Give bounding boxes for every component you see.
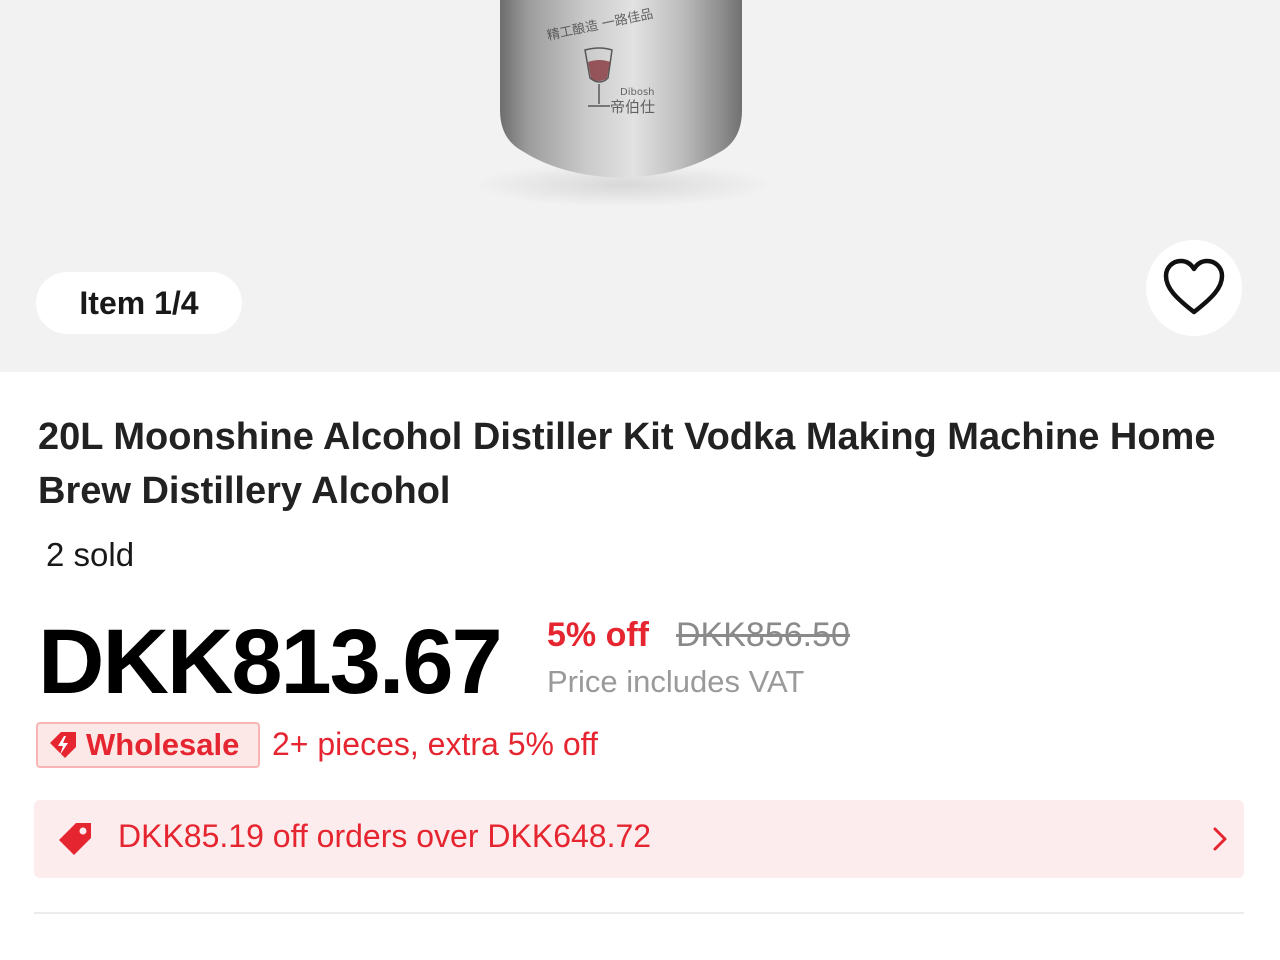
wholesale-badge-label: Wholesale xyxy=(86,727,240,762)
vat-note: Price includes VAT xyxy=(547,664,805,699)
svg-text:Dibosh: Dibosh xyxy=(620,87,655,98)
wholesale-row: Wholesale 2+ pieces, extra 5% off xyxy=(36,722,1236,770)
wholesale-offer-text: 2+ pieces, extra 5% off xyxy=(272,726,598,762)
product-info: 20L Moonshine Alcohol Distiller Kit Vodk… xyxy=(0,372,1280,960)
product-title: 20L Moonshine Alcohol Distiller Kit Vodk… xyxy=(38,416,1216,512)
image-counter: Item 1/4 xyxy=(36,272,242,334)
discount-percent: 5% off xyxy=(547,616,649,654)
heart-outline-icon xyxy=(1163,258,1225,315)
current-price: DKK813.67 xyxy=(38,611,503,713)
image-counter-label: Item 1/4 xyxy=(79,284,199,321)
sold-count: 2 sold xyxy=(46,536,135,573)
tag-icon xyxy=(59,823,91,855)
svg-text:帝伯仕: 帝伯仕 xyxy=(610,98,655,116)
price-row: DKK813.67 5% off DKK856.50 Price include… xyxy=(38,612,1238,712)
coupon-text: DKK85.19 off orders over DKK648.72 xyxy=(118,818,652,854)
product-image-gallery[interactable]: 精工酿造 一路佳品 Dibosh 帝伯仕 Item 1/4 xyxy=(0,0,1280,372)
original-price: DKK856.50 xyxy=(676,616,850,654)
coupon-banner[interactable]: DKK85.19 off orders over DKK648.72 xyxy=(34,800,1244,878)
wholesale-badge: Wholesale xyxy=(36,722,260,768)
lightning-tag-icon xyxy=(50,732,76,758)
wishlist-button[interactable] xyxy=(1146,240,1242,336)
section-divider xyxy=(34,912,1244,914)
chevron-right-icon xyxy=(1213,827,1227,851)
